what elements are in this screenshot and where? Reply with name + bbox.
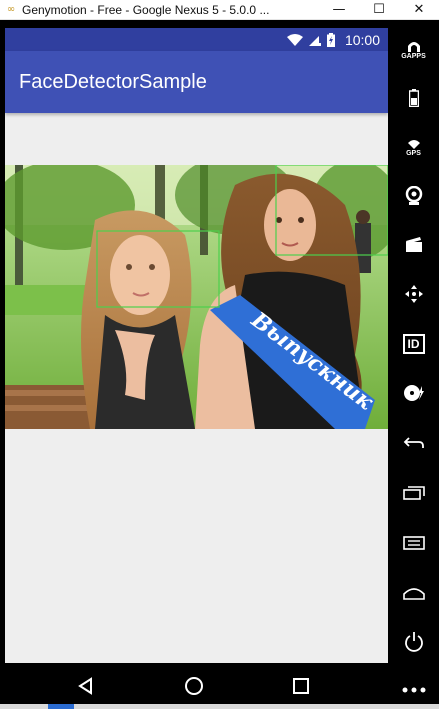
device-screen: 10:00 FaceDetectorSample Выпускник bbox=[5, 28, 388, 663]
disk-io-button[interactable] bbox=[388, 375, 439, 411]
app-toolbar: FaceDetectorSample bbox=[5, 51, 388, 113]
id-label: ID bbox=[407, 337, 420, 351]
disk-icon bbox=[403, 385, 424, 401]
gapps-button[interactable]: GAPPS bbox=[388, 32, 439, 68]
more-options-button[interactable] bbox=[388, 672, 439, 708]
gps-label: GPS bbox=[406, 150, 421, 157]
signal-icon bbox=[308, 33, 321, 46]
toolbar-home-button[interactable] bbox=[388, 575, 439, 611]
battery-button[interactable] bbox=[388, 80, 439, 116]
genymotion-logo-icon: ∞ bbox=[6, 4, 16, 15]
toolbar-recents-button[interactable] bbox=[388, 475, 439, 511]
webcam-icon bbox=[405, 186, 422, 205]
back-icon[interactable] bbox=[66, 671, 106, 701]
genymotion-toolbar: GAPPS GPS ID bbox=[388, 20, 439, 709]
remote-control-button[interactable] bbox=[388, 276, 439, 312]
clapperboard-icon bbox=[405, 237, 422, 252]
screencast-button[interactable] bbox=[388, 226, 439, 262]
more-dots-icon bbox=[402, 687, 425, 693]
right-person-face bbox=[264, 189, 316, 261]
battery-charging-icon bbox=[326, 32, 335, 47]
maximize-button[interactable]: ☐ bbox=[359, 0, 399, 20]
return-arrow-icon bbox=[403, 437, 424, 448]
emulator-frame: 10:00 FaceDetectorSample Выпускник GAPPS… bbox=[0, 20, 439, 709]
device-id-button[interactable]: ID bbox=[388, 326, 439, 362]
gps-icon bbox=[407, 140, 420, 149]
face-detection-image: Выпускник bbox=[5, 165, 388, 429]
power-icon bbox=[404, 632, 423, 652]
window-titlebar: ∞ Genymotion - Free - Google Nexus 5 - 5… bbox=[0, 0, 439, 20]
close-button[interactable]: ✕ bbox=[399, 0, 439, 20]
home-outline-icon bbox=[402, 588, 425, 600]
power-button[interactable] bbox=[388, 624, 439, 660]
toolbar-menu-button[interactable] bbox=[388, 525, 439, 561]
recents-icon[interactable] bbox=[281, 671, 321, 701]
minimize-button[interactable]: — bbox=[319, 0, 359, 20]
multi-window-icon bbox=[402, 486, 425, 500]
gapps-label: GAPPS bbox=[401, 53, 426, 60]
toolbar-back-button[interactable] bbox=[388, 425, 439, 461]
menu-icon bbox=[402, 536, 425, 550]
wifi-icon bbox=[286, 33, 303, 46]
window-title: Genymotion - Free - Google Nexus 5 - 5.0… bbox=[22, 2, 270, 17]
battery-icon bbox=[408, 89, 419, 107]
gps-button[interactable]: GPS bbox=[388, 130, 439, 166]
home-icon[interactable] bbox=[174, 671, 214, 701]
id-icon: ID bbox=[402, 334, 425, 354]
gapps-icon bbox=[407, 42, 420, 52]
move-arrows-icon bbox=[404, 285, 423, 303]
left-person-face bbox=[110, 235, 170, 315]
status-clock: 10:00 bbox=[344, 31, 380, 48]
webcam-button[interactable] bbox=[388, 178, 439, 214]
os-taskbar-strip bbox=[0, 704, 439, 709]
android-status-bar: 10:00 bbox=[5, 28, 388, 51]
android-nav-bar bbox=[0, 663, 388, 709]
app-title: FaceDetectorSample bbox=[19, 70, 207, 93]
taskbar-item[interactable] bbox=[48, 704, 74, 709]
